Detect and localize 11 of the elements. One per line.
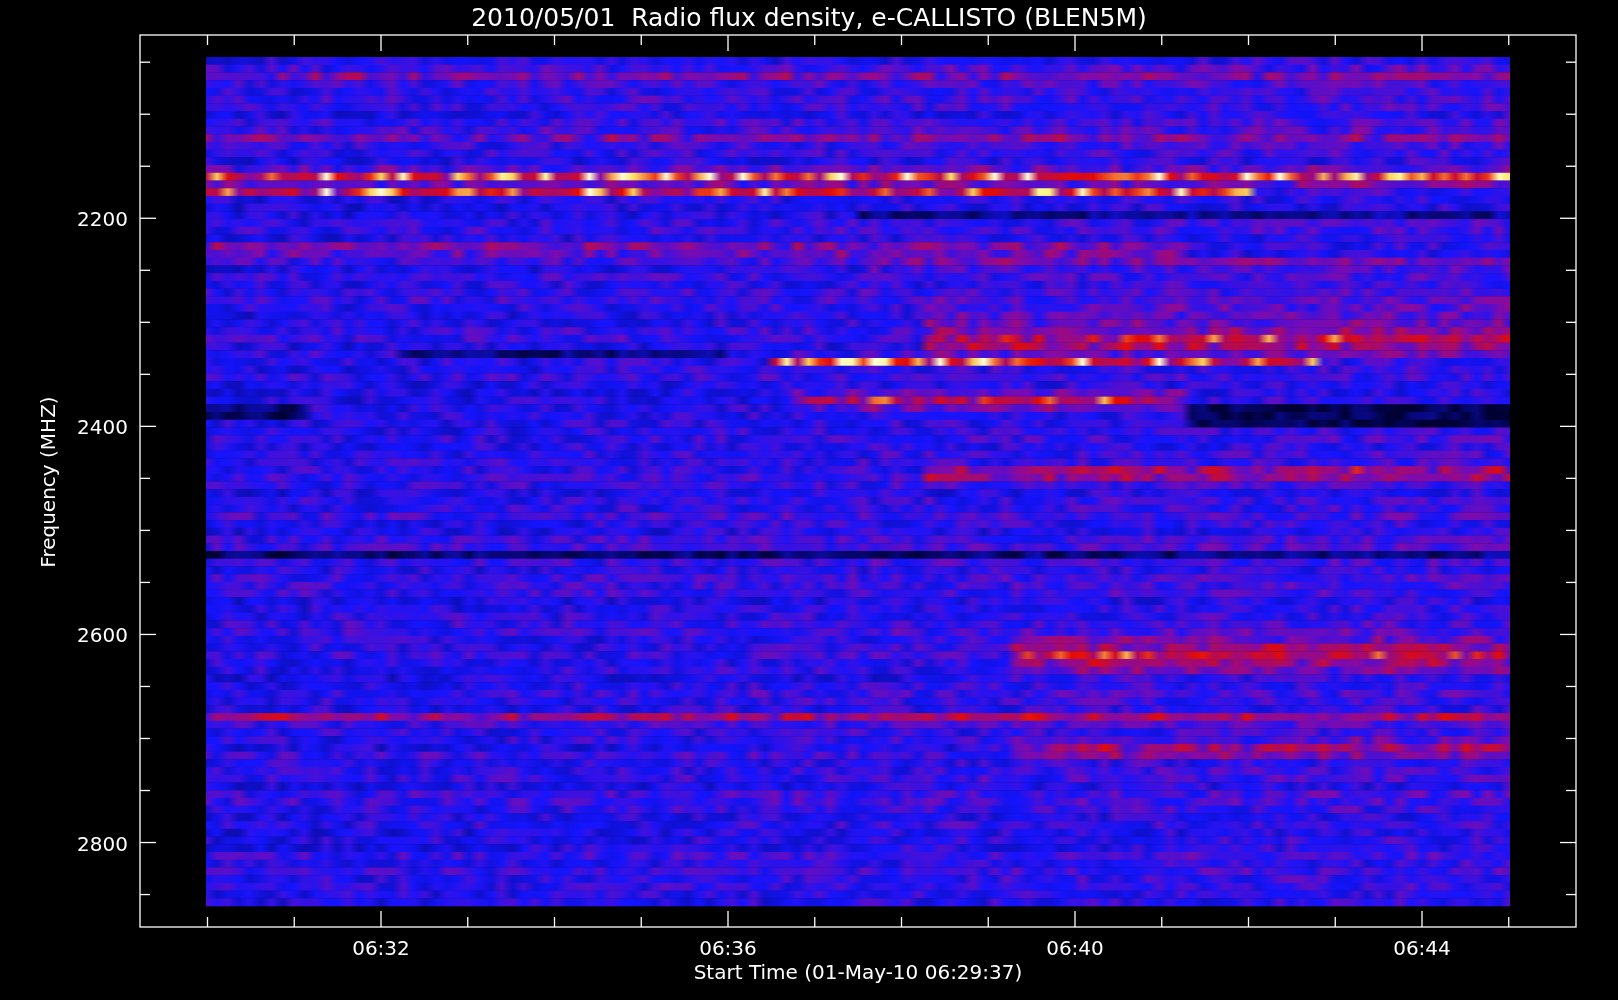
chart-title: 2010/05/01 Radio flux density, e-CALLISTO (BLEN5M) bbox=[471, 3, 1147, 32]
y-tick-label: 2600 bbox=[77, 623, 128, 648]
y-axis-label: Frequency (MHZ) bbox=[36, 396, 60, 568]
y-tick-label: 2200 bbox=[77, 207, 128, 232]
y-tick-label: 2400 bbox=[77, 415, 128, 440]
x-tick-label: 06:36 bbox=[699, 936, 757, 960]
x-tick-label: 06:32 bbox=[352, 936, 410, 960]
y-tick-label: 2800 bbox=[77, 831, 128, 856]
x-tick-label: 06:40 bbox=[1046, 936, 1104, 960]
x-tick-label: 06:44 bbox=[1393, 936, 1451, 960]
x-axis-label: Start Time (01-May-10 06:29:37) bbox=[693, 960, 1023, 984]
